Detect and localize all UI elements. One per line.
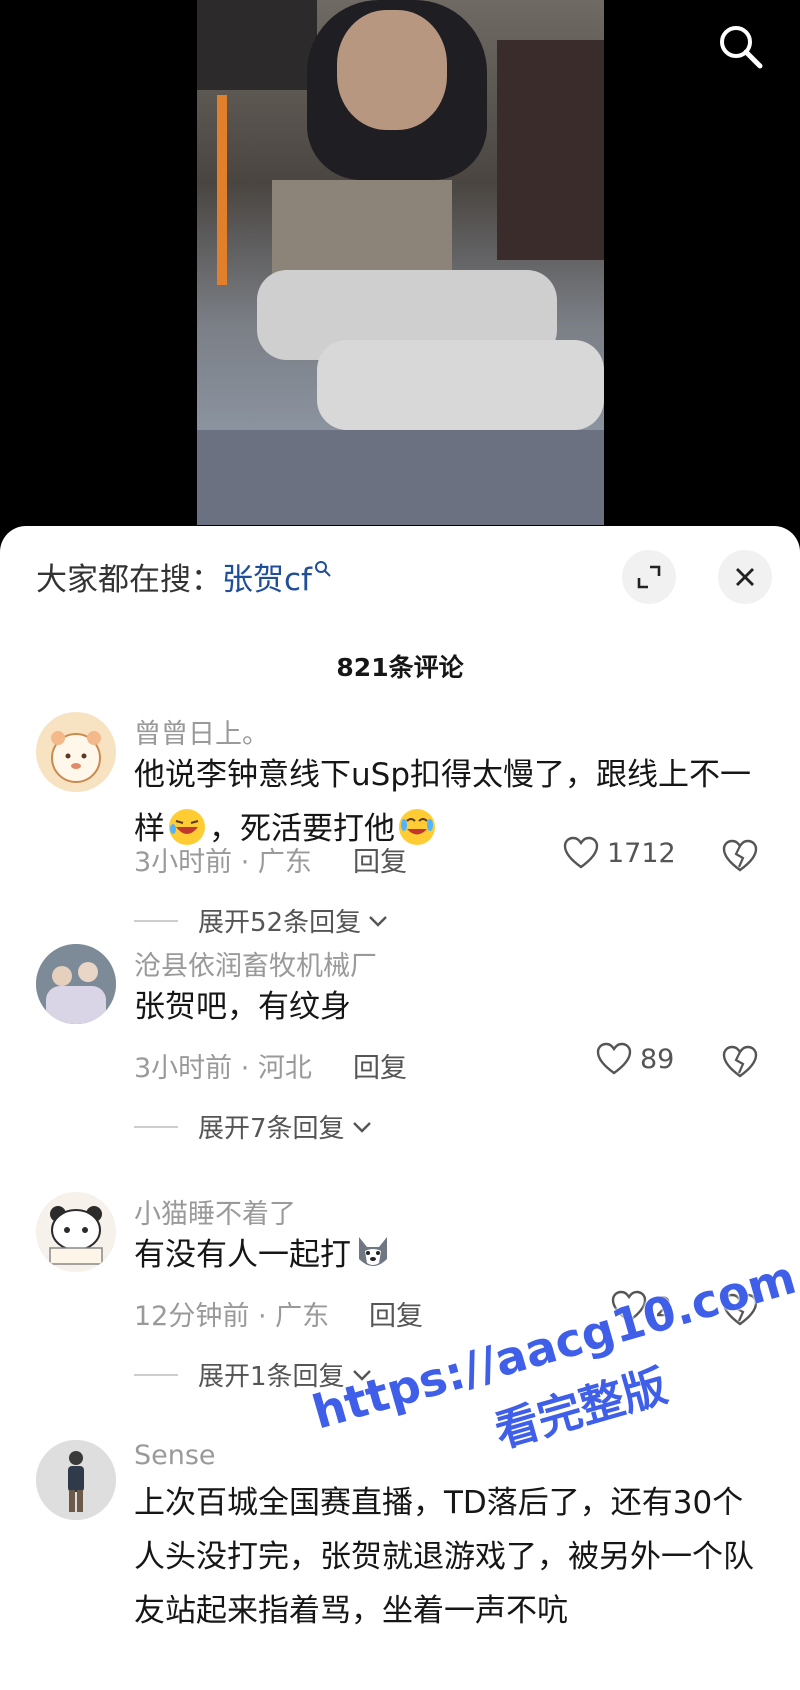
avatar[interactable] xyxy=(36,1192,116,1272)
like-count: 89 xyxy=(640,1043,675,1075)
like-button[interactable]: 2 xyxy=(611,1290,672,1324)
sheet-header: 大家都在搜： 张贺cf xyxy=(0,526,800,626)
like-button[interactable]: 1712 xyxy=(563,836,676,870)
reply-button[interactable]: 回复 xyxy=(353,840,407,879)
video-frame xyxy=(197,0,604,525)
comment-text: 上次百城全国赛直播，TD落后了，还有30个人头没打完，张贺就退游戏了，被另外一个… xyxy=(134,1485,754,1629)
heart-icon xyxy=(563,836,599,869)
like-count: 2 xyxy=(655,1291,673,1323)
hot-search: 大家都在搜： 张贺cf xyxy=(36,552,332,600)
like-button[interactable]: 89 xyxy=(596,1042,674,1076)
orange-bar-shape xyxy=(217,95,227,285)
person-avatar-icon xyxy=(36,1440,116,1520)
divider-line xyxy=(134,1373,178,1376)
right-person-shape xyxy=(497,40,604,260)
broken-heart-icon[interactable] xyxy=(722,838,758,874)
husky-emoji-icon xyxy=(359,1237,387,1266)
comment-item: 曾曾日上。 他说李钟意线下uSp扣得太慢了，跟线上不一样 ，死活要打他 3小时前 … xyxy=(0,712,800,972)
avatar[interactable] xyxy=(36,1440,116,1520)
avatar[interactable] xyxy=(36,944,116,1024)
broken-heart-icon[interactable] xyxy=(722,1044,758,1080)
broken-heart-icon[interactable] xyxy=(722,1292,758,1328)
chevron-down-icon xyxy=(369,915,387,927)
video-player[interactable] xyxy=(0,0,800,540)
group-photo-avatar-icon xyxy=(36,944,116,1024)
heart-icon xyxy=(596,1042,632,1075)
comment-text-content: 有没有人一起打 xyxy=(134,1237,351,1273)
desk-shape xyxy=(272,180,452,280)
second-person-shape xyxy=(317,340,604,430)
expand-replies-button[interactable]: 展开1条回复 xyxy=(134,1356,373,1393)
comment-item: 小猫睡不着了 有没有人一起打 12分钟前 · 广东 回复 2 展开1条回复 xyxy=(0,1192,800,1412)
divider-line xyxy=(134,1125,178,1128)
expand-replies-label: 展开1条回复 xyxy=(198,1362,345,1392)
username[interactable]: 小猫睡不着了 xyxy=(134,1192,296,1231)
monitor-shape xyxy=(197,0,317,90)
comment-meta: 3小时前 · 河北 xyxy=(134,1053,312,1084)
comment-count: 821条评论 xyxy=(336,653,464,682)
comment-sheet: 大家都在搜： 张贺cf 821条评论 曾曾日上。 他说李钟意线下uSp扣得太慢了… xyxy=(0,526,800,1690)
divider-line xyxy=(134,919,178,922)
comment-meta: 3小时前 · 广东 xyxy=(134,847,312,878)
comment-text: 有没有人一起打 xyxy=(134,1228,774,1282)
expand-replies-label: 展开7条回复 xyxy=(198,1114,345,1144)
face-shape xyxy=(337,10,447,130)
search-icon xyxy=(720,26,763,69)
comment-text: 张贺吧，有纹身 xyxy=(134,989,351,1025)
hot-search-keyword-link[interactable]: 张贺cf xyxy=(222,554,332,599)
close-icon xyxy=(736,568,754,586)
reply-button[interactable]: 回复 xyxy=(369,1294,423,1333)
username[interactable]: 曾曾日上。 xyxy=(134,712,269,751)
hot-search-label: 大家都在搜： xyxy=(36,561,222,598)
expand-replies-button[interactable]: 展开7条回复 xyxy=(134,1108,373,1145)
comment-item: Sense 上次百城全国赛直播，TD落后了，还有30个人头没打完，张贺就退游戏了… xyxy=(0,1440,800,1690)
expand-sheet-button[interactable] xyxy=(622,550,676,604)
fullscreen-icon xyxy=(637,565,661,589)
chevron-down-icon xyxy=(352,1369,371,1381)
search-button[interactable] xyxy=(712,18,768,74)
hot-search-keyword: 张贺cf xyxy=(222,561,312,598)
reply-button[interactable]: 回复 xyxy=(353,1046,407,1085)
bear-avatar-icon xyxy=(51,731,101,783)
floor-shape xyxy=(197,430,604,525)
comment-meta: 12分钟前 · 广东 xyxy=(134,1301,330,1332)
heart-icon xyxy=(611,1290,647,1323)
close-sheet-button[interactable] xyxy=(718,550,772,604)
panda-avatar-icon xyxy=(36,1192,116,1272)
username[interactable]: Sense xyxy=(134,1440,216,1471)
like-count: 1712 xyxy=(607,837,676,869)
small-search-icon xyxy=(314,561,331,577)
avatar[interactable] xyxy=(36,712,116,792)
expand-replies-button[interactable]: 展开52条回复 xyxy=(134,902,389,939)
comment-item: 沧县依润畜牧机械厂 张贺吧，有纹身 3小时前 · 河北 回复 89 展开7条回复 xyxy=(0,944,800,1164)
expand-replies-label: 展开52条回复 xyxy=(198,908,362,938)
chevron-down-icon xyxy=(352,1121,371,1133)
username[interactable]: 沧县依润畜牧机械厂 xyxy=(134,944,377,983)
